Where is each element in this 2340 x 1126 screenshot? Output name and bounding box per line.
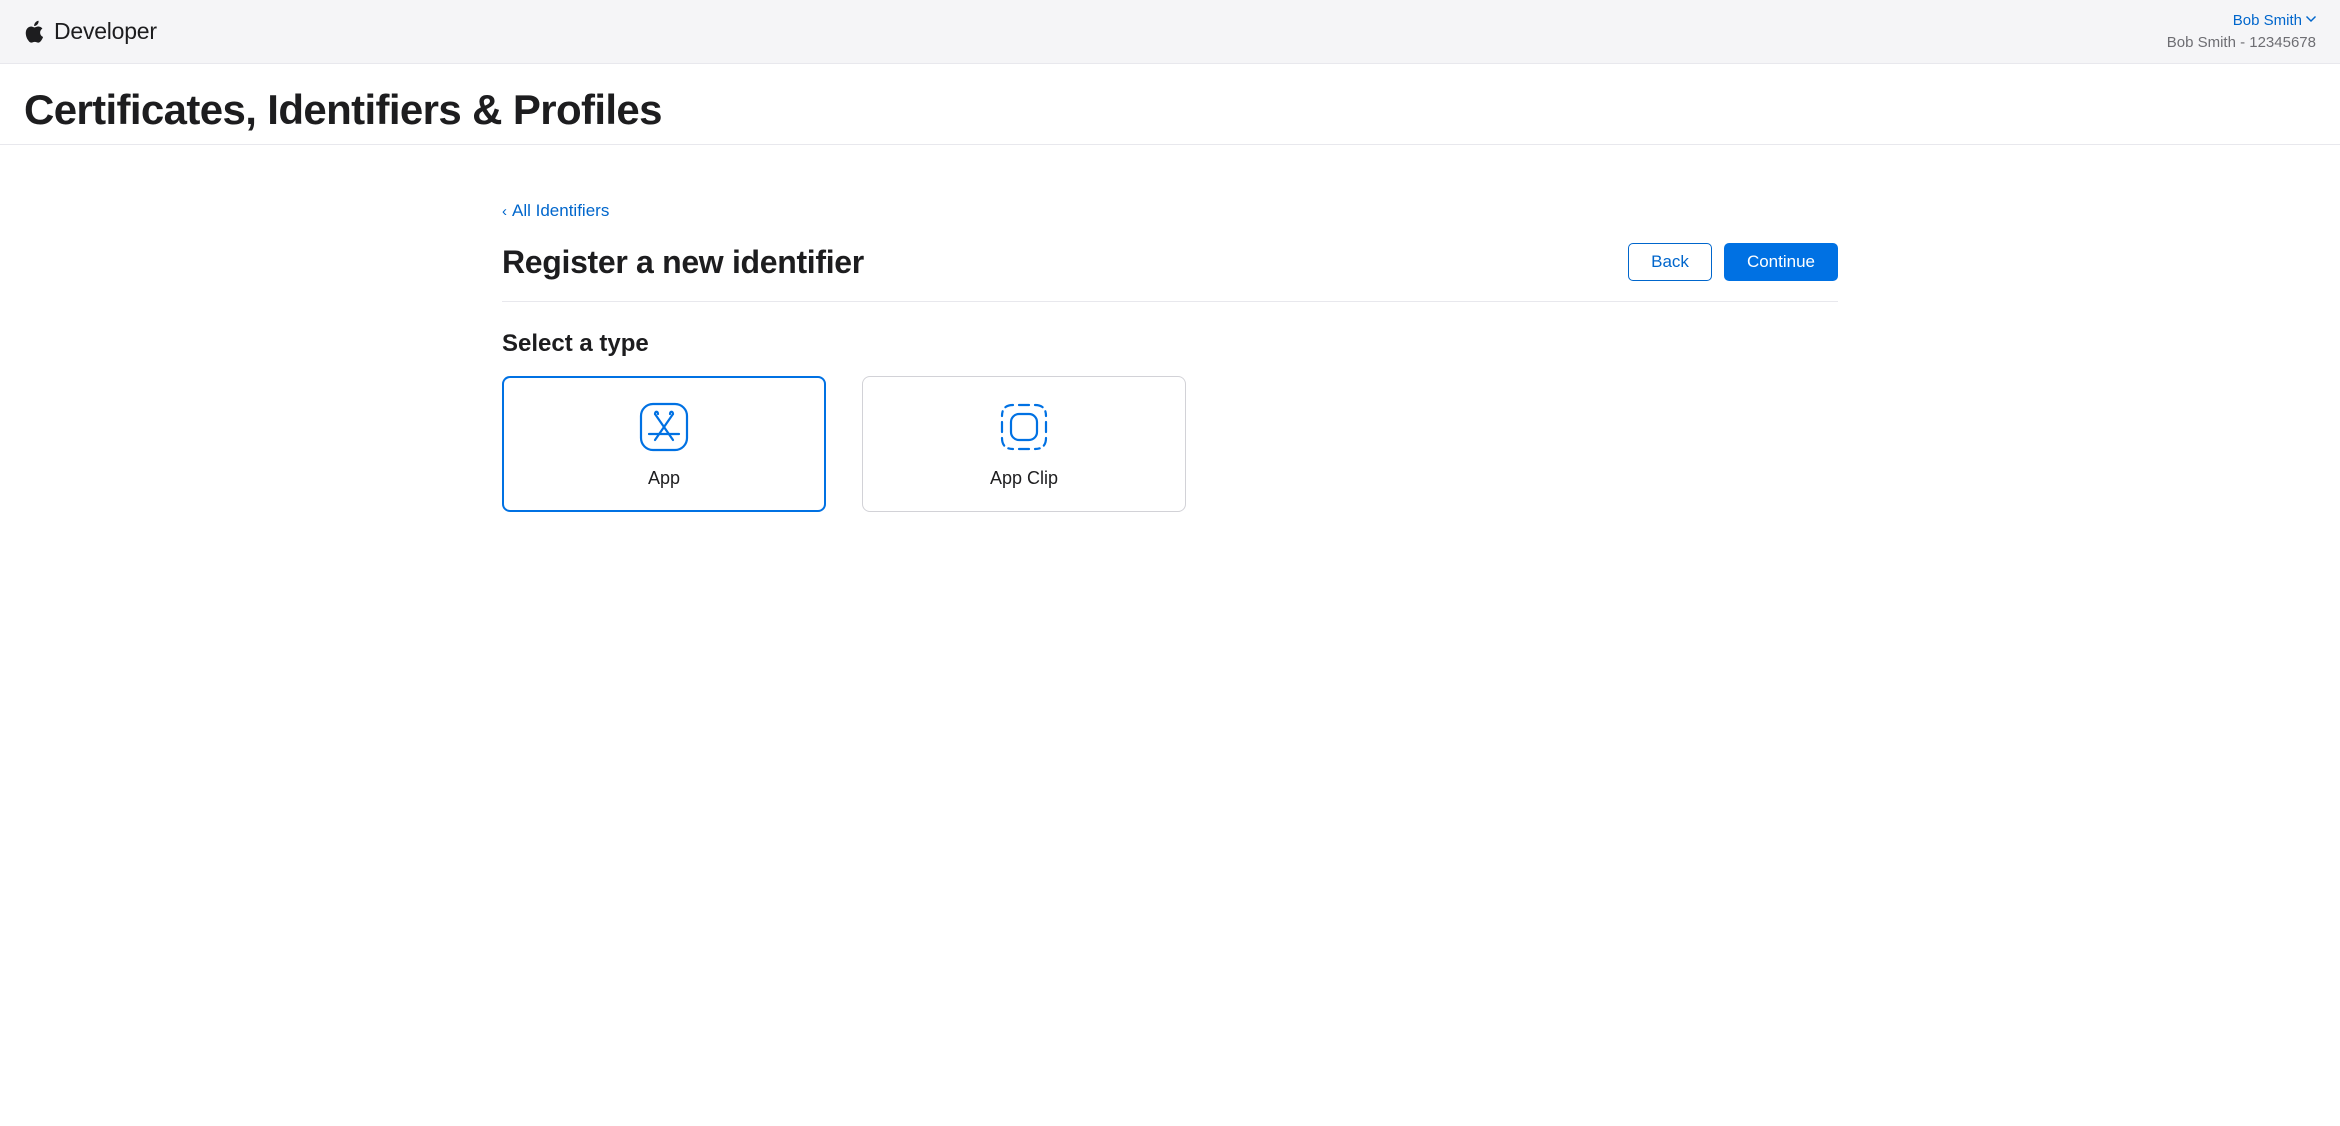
type-selection-heading: Select a type: [502, 330, 1838, 358]
site-header: Developer Bob Smith Bob Smith - 12345678: [0, 0, 2340, 64]
back-link-label: All Identifiers: [512, 201, 609, 221]
page-title: Certificates, Identifiers & Profiles: [24, 86, 2316, 134]
account-menu[interactable]: Bob Smith: [2233, 10, 2316, 31]
app-icon: [637, 400, 691, 454]
app-clip-icon: [997, 400, 1051, 454]
account-name: Bob Smith: [2233, 10, 2302, 31]
header-brand[interactable]: Developer: [24, 18, 157, 45]
chevron-down-icon: [2306, 15, 2316, 25]
action-buttons: Back Continue: [1628, 243, 1838, 281]
product-name: Developer: [54, 18, 157, 45]
page-title-bar: Certificates, Identifiers & Profiles: [0, 64, 2340, 145]
main-content: ‹ All Identifiers Register a new identif…: [430, 145, 1910, 536]
type-card-label: App: [648, 468, 680, 489]
type-card-app[interactable]: App: [502, 376, 826, 512]
back-button[interactable]: Back: [1628, 243, 1712, 281]
type-cards: App App Clip: [502, 376, 1838, 512]
section-title: Register a new identifier: [502, 244, 864, 281]
chevron-left-icon: ‹: [502, 203, 507, 220]
section-header: Register a new identifier Back Continue: [502, 243, 1838, 302]
apple-logo-icon: [24, 20, 44, 44]
back-to-identifiers-link[interactable]: ‹ All Identifiers: [502, 201, 609, 221]
type-card-label: App Clip: [990, 468, 1058, 489]
continue-button[interactable]: Continue: [1724, 243, 1838, 281]
team-identifier: Bob Smith - 12345678: [2167, 32, 2316, 53]
type-card-app-clip[interactable]: App Clip: [862, 376, 1186, 512]
account-area: Bob Smith Bob Smith - 12345678: [2167, 10, 2316, 53]
